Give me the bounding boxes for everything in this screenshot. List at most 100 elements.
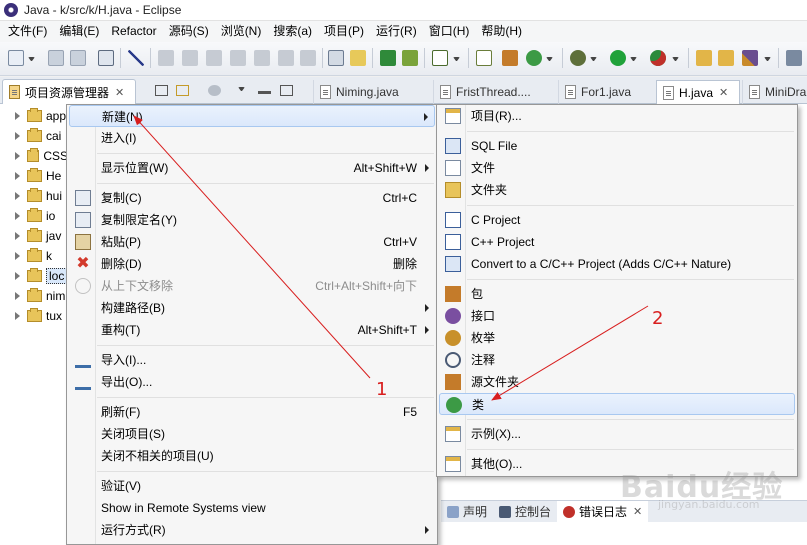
tab-project-explorer[interactable]: 项目资源管理器 ✕ bbox=[2, 79, 136, 104]
new-package-icon[interactable] bbox=[502, 50, 518, 66]
terminate-icon[interactable] bbox=[206, 50, 222, 66]
submenu-item-sql-file[interactable]: SQL File bbox=[439, 135, 795, 157]
submenu-item-source-folder[interactable]: 源文件夹 bbox=[439, 371, 795, 393]
tree-item[interactable]: nim bbox=[0, 286, 68, 306]
menu-file[interactable]: 文件(F) bbox=[2, 21, 53, 42]
submenu-item-file[interactable]: 文件 bbox=[439, 157, 795, 179]
submenu-item-interface[interactable]: 接口 bbox=[439, 305, 795, 327]
tree-item[interactable]: He bbox=[0, 166, 68, 186]
tab-console[interactable]: 控制台 bbox=[493, 501, 557, 523]
annotation-nav-icon[interactable] bbox=[786, 50, 802, 66]
close-icon[interactable]: ✕ bbox=[115, 86, 124, 99]
expand-icon[interactable] bbox=[15, 292, 20, 300]
menu-item-paste[interactable]: 粘贴(P) Ctrl+V bbox=[69, 231, 435, 253]
submenu-item-class[interactable]: 类 bbox=[439, 393, 795, 415]
tree-item[interactable]: hui bbox=[0, 186, 68, 206]
menu-item-show-remote-systems[interactable]: Show in Remote Systems view bbox=[69, 497, 435, 519]
task-dropdown-icon[interactable] bbox=[453, 57, 460, 61]
expand-icon[interactable] bbox=[15, 132, 20, 140]
collapse-all-icon[interactable] bbox=[155, 85, 168, 96]
external-tools-icon[interactable] bbox=[650, 50, 666, 66]
open-task-icon[interactable] bbox=[328, 50, 344, 66]
menu-refactor[interactable]: Refactor bbox=[105, 21, 162, 42]
tab-minidra-java[interactable]: MiniDra bbox=[742, 80, 807, 104]
expand-icon[interactable] bbox=[15, 212, 20, 220]
menu-window[interactable]: 窗口(H) bbox=[423, 21, 476, 42]
menu-project[interactable]: 项目(P) bbox=[318, 21, 370, 42]
close-icon[interactable]: ✕ bbox=[633, 505, 642, 518]
menu-item-show-in[interactable]: 显示位置(W) Alt+Shift+W bbox=[69, 157, 435, 179]
skip-breakpoints-icon[interactable] bbox=[128, 50, 144, 66]
new-class-icon[interactable] bbox=[526, 50, 542, 66]
expand-icon[interactable] bbox=[15, 192, 20, 200]
expand-icon[interactable] bbox=[15, 112, 20, 120]
minimize-icon[interactable] bbox=[258, 91, 271, 94]
tab-for1-java[interactable]: For1.java bbox=[558, 80, 656, 104]
step-into-icon[interactable] bbox=[254, 50, 270, 66]
new-icon[interactable] bbox=[8, 50, 24, 66]
link-editor-icon[interactable] bbox=[176, 85, 189, 96]
save-all-icon[interactable] bbox=[70, 50, 86, 66]
tree-item[interactable]: app bbox=[0, 106, 68, 126]
step-over-icon[interactable] bbox=[278, 50, 294, 66]
submenu-item-c-project[interactable]: C Project bbox=[439, 209, 795, 231]
menu-item-copy-qualified-name[interactable]: 复制限定名(Y) bbox=[69, 209, 435, 231]
debug-dropdown-icon[interactable] bbox=[590, 57, 597, 61]
menu-run[interactable]: 运行(R) bbox=[370, 21, 423, 42]
expand-icon[interactable] bbox=[15, 172, 20, 180]
menu-item-refactor[interactable]: 重构(T) Alt+Shift+T bbox=[69, 319, 435, 341]
open-type-icon[interactable] bbox=[718, 50, 734, 66]
submenu-item-enum[interactable]: 枚举 bbox=[439, 327, 795, 349]
new-class-dropdown-icon[interactable] bbox=[546, 57, 553, 61]
expand-icon[interactable] bbox=[15, 232, 20, 240]
close-icon[interactable]: ✕ bbox=[719, 86, 728, 99]
print-icon[interactable] bbox=[98, 50, 114, 66]
menu-item-close-project[interactable]: 关闭项目(S) bbox=[69, 423, 435, 445]
task-checkbox-icon[interactable] bbox=[432, 50, 448, 66]
submenu-item-annotation[interactable]: 注释 bbox=[439, 349, 795, 371]
menu-item-new[interactable]: 新建(N) bbox=[69, 105, 435, 127]
tree-item-selected[interactable]: loc bbox=[0, 266, 68, 286]
submenu-item-convert-cpp[interactable]: Convert to a C/C++ Project (Adds C/C++ N… bbox=[439, 253, 795, 275]
external-tools-dropdown-icon[interactable] bbox=[672, 57, 679, 61]
menu-item-refresh[interactable]: 刷新(F) F5 bbox=[69, 401, 435, 423]
menu-item-close-unrelated[interactable]: 关闭不相关的项目(U) bbox=[69, 445, 435, 467]
new-dropdown-icon[interactable] bbox=[28, 57, 35, 61]
menu-item-run-as[interactable]: 运行方式(R) bbox=[69, 519, 435, 541]
view-menu-dropdown-icon[interactable] bbox=[238, 87, 245, 91]
maximize-icon[interactable] bbox=[280, 85, 293, 96]
menu-search[interactable]: 搜索(a) bbox=[267, 21, 318, 42]
view-menu-icon[interactable] bbox=[208, 85, 221, 96]
tree-item[interactable]: tux bbox=[0, 306, 68, 326]
submenu-item-other[interactable]: 其他(O)... bbox=[439, 453, 795, 475]
save-icon[interactable] bbox=[48, 50, 64, 66]
expand-icon[interactable] bbox=[15, 252, 20, 260]
submenu-item-project[interactable]: 项目(R)... bbox=[439, 105, 795, 127]
download-icon[interactable] bbox=[380, 50, 396, 66]
submenu-item-cpp-project[interactable]: C++ Project bbox=[439, 231, 795, 253]
sort-icon[interactable] bbox=[350, 50, 366, 66]
menu-item-validate[interactable]: 验证(V) bbox=[69, 475, 435, 497]
step-return-icon[interactable] bbox=[300, 50, 316, 66]
expand-icon[interactable] bbox=[15, 152, 20, 160]
android-icon[interactable] bbox=[402, 50, 418, 66]
tab-h-java[interactable]: H.java ✕ bbox=[656, 80, 740, 104]
search-icon[interactable] bbox=[742, 50, 758, 66]
tab-fristthread-java[interactable]: FristThread.... bbox=[433, 80, 555, 104]
resume-icon[interactable] bbox=[158, 50, 174, 66]
menu-item-go-into[interactable]: 进入(I) bbox=[69, 127, 435, 149]
expand-icon[interactable] bbox=[15, 272, 20, 280]
submenu-item-example[interactable]: 示例(X)... bbox=[439, 423, 795, 445]
menu-item-delete[interactable]: ✖ 删除(D) 删除 bbox=[69, 253, 435, 275]
tab-error-log[interactable]: 错误日志 ✕ bbox=[557, 500, 649, 523]
submenu-item-package[interactable]: 包 bbox=[439, 283, 795, 305]
submenu-item-folder[interactable]: 文件夹 bbox=[439, 179, 795, 201]
debug-icon[interactable] bbox=[570, 50, 586, 66]
new-java-project-icon[interactable] bbox=[476, 50, 492, 66]
tab-niming-java[interactable]: Niming.java bbox=[313, 80, 433, 104]
menu-edit[interactable]: 编辑(E) bbox=[53, 21, 105, 42]
menu-item-import[interactable]: 导入(I)... bbox=[69, 349, 435, 371]
menu-navigate[interactable]: 浏览(N) bbox=[215, 21, 268, 42]
tab-declaration[interactable]: 声明 bbox=[441, 501, 493, 523]
tree-item[interactable]: cai bbox=[0, 126, 68, 146]
